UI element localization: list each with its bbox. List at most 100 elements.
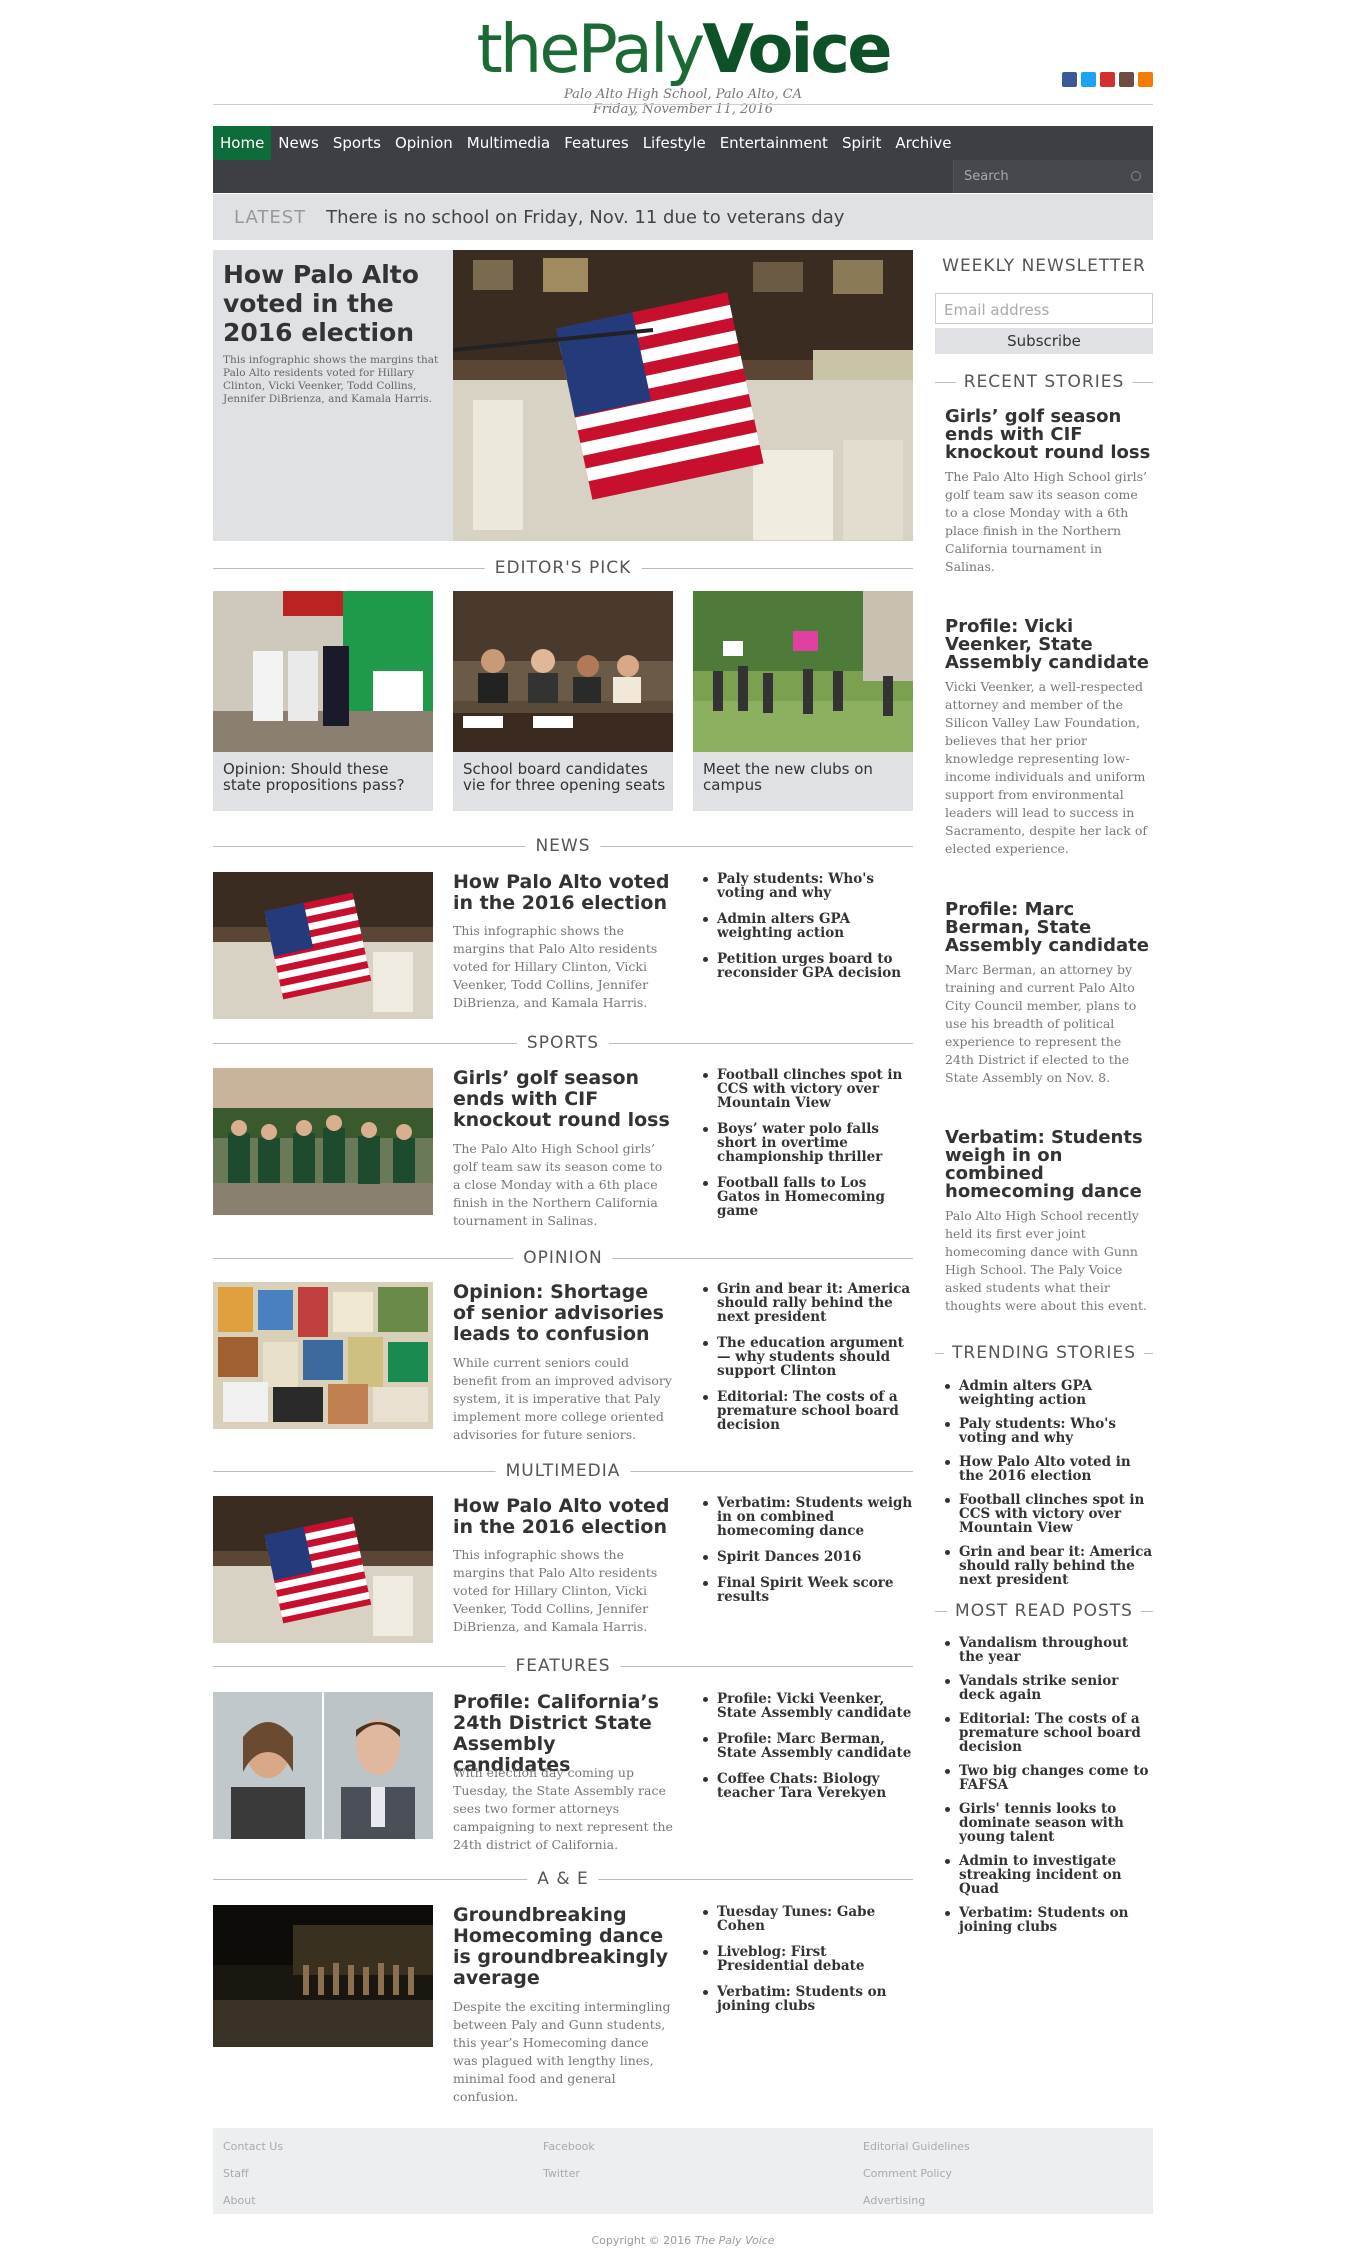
opinion-link[interactable]: Editorial: The costs of a premature scho…	[703, 1390, 913, 1432]
sports-link[interactable]: Boys’ water polo falls short in overtime…	[703, 1122, 913, 1164]
pick-caption[interactable]: School board candidates vie for three op…	[463, 761, 668, 793]
mostread-link[interactable]: Vandalism throughout the year	[945, 1636, 1153, 1664]
opinion-image[interactable]	[213, 1282, 433, 1429]
footer-link-about[interactable]: About	[223, 2194, 256, 2207]
ae-image[interactable]	[213, 1905, 433, 2052]
nav-item-lifestyle[interactable]: Lifestyle	[636, 126, 713, 160]
recent-story-summary: The Palo Alto High School girls’ golf te…	[945, 469, 1148, 574]
twitter-icon[interactable]	[1081, 72, 1096, 87]
editors-pick-card[interactable]: School board candidates vie for three op…	[453, 591, 673, 811]
section-heading-features: FEATURES	[213, 1656, 913, 1676]
rss-icon[interactable]	[1138, 72, 1153, 87]
search-input[interactable]: Search	[964, 169, 1009, 184]
facebook-icon[interactable]	[1062, 72, 1077, 87]
nav-item-news[interactable]: News	[271, 126, 326, 160]
news-title[interactable]: How Palo Alto voted in the 2016 election	[453, 872, 673, 914]
email-field[interactable]: Email address	[935, 293, 1153, 324]
footer-link-facebook[interactable]: Facebook	[543, 2140, 595, 2153]
hero-title[interactable]: How Palo Alto voted in the 2016 election	[223, 260, 443, 347]
trending-link[interactable]: Grin and bear it: America should rally b…	[945, 1545, 1153, 1587]
recent-heading: RECENT STORIES	[935, 372, 1153, 392]
mostread-link[interactable]: Admin to investigate streaking incident …	[945, 1854, 1153, 1896]
pick-image-clubs[interactable]	[693, 591, 913, 752]
ae-link[interactable]: Liveblog: First Presidential debate	[703, 1945, 913, 1973]
recent-story-title[interactable]: Girls’ golf season ends with CIF knockou…	[945, 408, 1153, 462]
recent-story[interactable]: Girls’ golf season ends with CIF knockou…	[945, 408, 1153, 576]
youtube-icon[interactable]	[1100, 72, 1115, 87]
latest-ticker: LATEST There is no school on Friday, Nov…	[213, 194, 1153, 240]
ae-links: Tuesday Tunes: Gabe Cohen Liveblog: Firs…	[703, 1905, 913, 2025]
nav-item-sports[interactable]: Sports	[326, 126, 388, 160]
nav-item-spirit[interactable]: Spirit	[835, 126, 888, 160]
mostread-link[interactable]: Two big changes come to FAFSA	[945, 1764, 1153, 1792]
pick-caption[interactable]: Meet the new clubs on campus	[703, 761, 908, 793]
news-link[interactable]: Paly students: Who's voting and why	[703, 872, 913, 900]
multimedia-link[interactable]: Verbatim: Students weigh in on combined …	[703, 1496, 913, 1538]
editors-pick-card[interactable]: Opinion: Should these state propositions…	[213, 591, 433, 811]
trending-link[interactable]: How Palo Alto voted in the 2016 election	[945, 1455, 1153, 1483]
footer-link-twitter[interactable]: Twitter	[543, 2167, 580, 2180]
ae-link[interactable]: Verbatim: Students on joining clubs	[703, 1985, 913, 2013]
opinion-link[interactable]: The education argument — why students sh…	[703, 1336, 913, 1378]
recent-story-title[interactable]: Profile: Marc Berman, State Assembly can…	[945, 901, 1153, 955]
news-link[interactable]: Petition urges board to reconsider GPA d…	[703, 952, 913, 980]
pick-image-voting[interactable]	[213, 591, 433, 752]
multimedia-label: MULTIMEDIA	[495, 1461, 631, 1481]
multimedia-link[interactable]: Final Spirit Week score results	[703, 1576, 913, 1604]
opinion-title[interactable]: Opinion: Shortage of senior advisories l…	[453, 1282, 673, 1345]
instagram-icon[interactable]	[1119, 72, 1134, 87]
search-icon[interactable]	[1131, 171, 1141, 181]
nav-item-features[interactable]: Features	[557, 126, 636, 160]
mostread-link[interactable]: Editorial: The costs of a premature scho…	[945, 1712, 1153, 1754]
footer-link-guidelines[interactable]: Editorial Guidelines	[863, 2140, 970, 2153]
pick-caption[interactable]: Opinion: Should these state propositions…	[223, 761, 428, 793]
recent-story[interactable]: Profile: Vicki Veenker, State Assembly c…	[945, 618, 1153, 858]
sports-link[interactable]: Football clinches spot in CCS with victo…	[703, 1068, 913, 1110]
sports-image[interactable]	[213, 1068, 433, 1215]
recent-story-title[interactable]: Verbatim: Students weigh in on combined …	[945, 1129, 1153, 1201]
news-link[interactable]: Admin alters GPA weighting action	[703, 912, 913, 940]
multimedia-title[interactable]: How Palo Alto voted in the 2016 election	[453, 1496, 673, 1538]
nav-item-archive[interactable]: Archive	[888, 126, 958, 160]
nav-item-opinion[interactable]: Opinion	[388, 126, 460, 160]
features-link[interactable]: Coffee Chats: Biology teacher Tara Verek…	[703, 1772, 913, 1800]
section-heading-editors-pick: EDITOR'S PICK	[213, 558, 913, 578]
footer-link-comment-policy[interactable]: Comment Policy	[863, 2167, 952, 2180]
features-image[interactable]	[213, 1692, 433, 1839]
editors-pick-card[interactable]: Meet the new clubs on campus	[693, 591, 913, 811]
recent-story[interactable]: Profile: Marc Berman, State Assembly can…	[945, 901, 1153, 1087]
multimedia-link[interactable]: Spirit Dances 2016	[703, 1550, 913, 1564]
trending-link[interactable]: Admin alters GPA weighting action	[945, 1379, 1153, 1407]
pick-image-board[interactable]	[453, 591, 673, 752]
footer-link-staff[interactable]: Staff	[223, 2167, 249, 2180]
subscribe-button[interactable]: Subscribe	[935, 328, 1153, 354]
nav-item-home[interactable]: Home	[213, 126, 272, 160]
multimedia-image[interactable]	[213, 1496, 433, 1643]
features-link[interactable]: Profile: Vicki Veenker, State Assembly c…	[703, 1692, 913, 1720]
footer-link-contact[interactable]: Contact Us	[223, 2140, 283, 2153]
opinion-link[interactable]: Grin and bear it: America should rally b…	[703, 1282, 913, 1324]
ae-title[interactable]: Groundbreaking Homecoming dance is groun…	[453, 1905, 673, 1989]
trending-link[interactable]: Paly students: Who's voting and why	[945, 1417, 1153, 1445]
sports-title[interactable]: Girls’ golf season ends with CIF knockou…	[453, 1068, 673, 1131]
footer-link-advertising[interactable]: Advertising	[863, 2194, 925, 2207]
nav-item-entertainment[interactable]: Entertainment	[713, 126, 835, 160]
sports-link[interactable]: Football falls to Los Gatos in Homecomin…	[703, 1176, 913, 1218]
search-box[interactable]: Search	[953, 160, 1153, 193]
ae-label: A & E	[527, 1869, 599, 1889]
hero-story[interactable]: How Palo Alto voted in the 2016 election…	[213, 250, 913, 541]
recent-story-title[interactable]: Profile: Vicki Veenker, State Assembly c…	[945, 618, 1153, 672]
features-link[interactable]: Profile: Marc Berman, State Assembly can…	[703, 1732, 913, 1760]
news-image[interactable]	[213, 872, 433, 1019]
trending-link[interactable]: Football clinches spot in CCS with victo…	[945, 1493, 1153, 1535]
mostread-link[interactable]: Vandals strike senior deck again	[945, 1674, 1153, 1702]
nav-item-multimedia[interactable]: Multimedia	[460, 126, 557, 160]
mostread-link[interactable]: Verbatim: Students on joining clubs	[945, 1906, 1153, 1934]
hero-image[interactable]	[453, 250, 913, 541]
mostread-link[interactable]: Girls' tennis looks to dominate season w…	[945, 1802, 1153, 1844]
latest-text[interactable]: There is no school on Friday, Nov. 11 du…	[326, 207, 844, 228]
ae-link[interactable]: Tuesday Tunes: Gabe Cohen	[703, 1905, 913, 1933]
recent-story[interactable]: Verbatim: Students weigh in on combined …	[945, 1129, 1153, 1315]
location-text: Palo Alto High School, Palo Alto, CA	[564, 87, 802, 102]
site-logo[interactable]: thePalyVoice	[213, 10, 1153, 88]
